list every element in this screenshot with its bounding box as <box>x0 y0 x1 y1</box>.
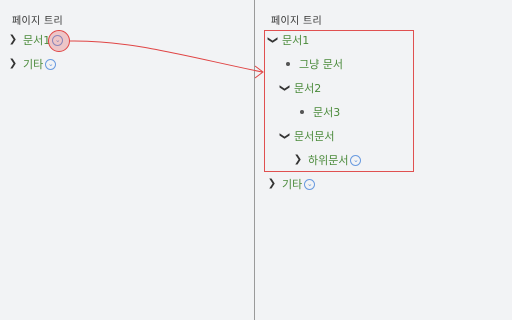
tree-item-subdoc[interactable]: ❯ 하위문서 ⌄ <box>293 152 362 168</box>
chevron-right-icon[interactable]: ❯ <box>8 32 18 48</box>
highlight-box-annotation <box>264 30 414 172</box>
chevron-right-icon[interactable]: ❯ <box>267 176 277 192</box>
page-tree-panel-before: 페이지 트리 ❯ 문서1 ⌄ ❯ 기타 ⌄ <box>0 0 254 320</box>
tree-item-doc2[interactable]: ❯ 문서2 <box>279 80 321 96</box>
chevron-down-icon[interactable]: ❯ <box>276 83 292 93</box>
chevron-down-circle-icon[interactable]: ⌄ <box>304 178 316 190</box>
tree-item-label[interactable]: 그냥 문서 <box>299 56 343 72</box>
tree-item-label[interactable]: 문서1 <box>282 32 309 48</box>
page-tree-title: 페이지 트리 <box>12 16 63 27</box>
page-tree-panel-after: 페이지 트리 ❯ 문서1 그냥 문서 ❯ 문서2 문서3 ❯ 문서문서 ❯ 하위… <box>255 0 512 320</box>
tree-item-docdoc[interactable]: ❯ 문서문서 <box>279 128 334 144</box>
tree-item-label[interactable]: 기타 <box>23 56 43 72</box>
tree-item-doc3[interactable]: 문서3 <box>297 104 340 120</box>
tree-item-doc1[interactable]: ❯ 문서1 <box>267 32 309 48</box>
chevron-down-icon[interactable]: ❯ <box>264 35 280 45</box>
chevron-right-icon[interactable]: ❯ <box>8 56 18 72</box>
tree-item-label[interactable]: 하위문서 <box>308 152 348 168</box>
tree-item-label[interactable]: 문서문서 <box>294 128 334 144</box>
tree-item-label[interactable]: 문서3 <box>313 104 340 120</box>
bullet-icon <box>300 110 304 114</box>
bullet-icon <box>286 62 290 66</box>
tree-item-label[interactable]: 문서1 <box>23 32 50 48</box>
page-tree-title: 페이지 트리 <box>271 16 322 27</box>
tree-item-label[interactable]: 문서2 <box>294 80 321 96</box>
tree-item-etc[interactable]: ❯ 기타 ⌄ <box>267 176 316 192</box>
chevron-down-circle-icon[interactable]: ⌄ <box>45 58 57 70</box>
chevron-down-icon[interactable]: ❯ <box>276 131 292 141</box>
tree-item-plain-doc[interactable]: 그냥 문서 <box>283 56 343 72</box>
chevron-right-icon[interactable]: ❯ <box>293 152 303 168</box>
highlight-ring-annotation <box>48 30 70 52</box>
chevron-down-circle-icon[interactable]: ⌄ <box>350 154 362 166</box>
tree-item-label[interactable]: 기타 <box>282 176 302 192</box>
tree-item-etc[interactable]: ❯ 기타 ⌄ <box>8 56 57 72</box>
